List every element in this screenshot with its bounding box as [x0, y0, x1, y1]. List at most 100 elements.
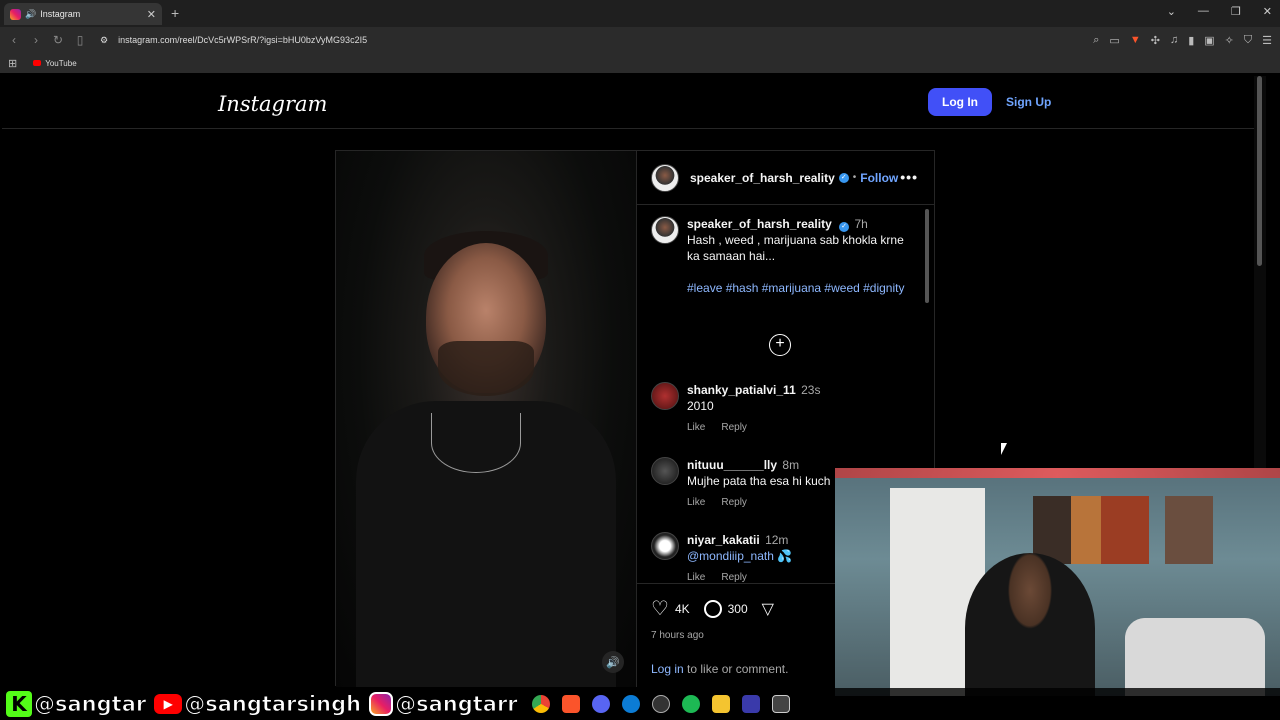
new-tab-icon[interactable]: +	[171, 5, 179, 21]
follow-button[interactable]: Follow	[860, 171, 898, 185]
verified-icon: ✓	[839, 222, 850, 232]
comment-item: shanky_patialvi_11 23s 2010 Like Reply	[651, 382, 820, 436]
brave-icon[interactable]	[561, 695, 580, 713]
comment-time: 12m	[765, 533, 789, 547]
close-window-icon[interactable]: ✕	[1263, 5, 1272, 18]
social-overlay-bar: K @sangtar ▶ @sangtarsingh @sangtarr	[0, 688, 1280, 720]
zoom-icon[interactable]: ⌕	[1093, 34, 1099, 47]
comment-like-button[interactable]: Like	[687, 495, 705, 511]
author-avatar[interactable]	[651, 216, 679, 244]
login-button[interactable]: Log In	[928, 88, 992, 116]
youtube-icon	[33, 60, 42, 66]
comment-text: 2010	[687, 399, 714, 413]
sidebar-icon[interactable]: ▮	[1188, 34, 1194, 47]
comment-item: nituuu______lly 8m Mujhe pata tha esa hi…	[651, 457, 830, 511]
speaker-icon[interactable]: 🔊	[25, 9, 36, 20]
caption-username[interactable]: speaker_of_harsh_reality	[687, 217, 832, 231]
brave-shields-icon[interactable]: ▼	[1130, 34, 1141, 47]
comments-scrollbar[interactable]	[925, 209, 929, 303]
app-icon[interactable]	[741, 695, 760, 713]
sound-icon[interactable]: 🔊	[602, 651, 624, 673]
extensions-icon[interactable]: ✣	[1151, 34, 1160, 47]
mouse-cursor-icon	[1001, 443, 1007, 455]
page-scrollbar-thumb[interactable]	[1257, 76, 1262, 266]
menu-icon[interactable]: ☰	[1262, 34, 1272, 47]
like-heart-icon[interactable]: ♡	[651, 596, 669, 621]
login-prompt-link[interactable]: Log in	[651, 662, 684, 676]
instagram-logo[interactable]: Instagram	[218, 92, 327, 116]
browser-tab[interactable]: 🔊 Instagram ✕	[4, 3, 162, 25]
wallet-icon[interactable]: ▣	[1204, 34, 1214, 47]
share-icon[interactable]: ▽	[762, 599, 774, 619]
site-info-icon[interactable]: ⚙	[100, 35, 108, 46]
caption-text: Hash , weed , marijuana sab khokla krne …	[687, 233, 904, 263]
video-person-chain	[431, 413, 521, 473]
comment-text: Mujhe pata tha esa hi kuch	[687, 474, 831, 488]
spotify-icon[interactable]	[681, 695, 700, 713]
like-count: 4K	[674, 601, 690, 616]
webcam-streamer	[965, 553, 1095, 696]
comment-like-button[interactable]: Like	[687, 570, 705, 583]
comment-emoji: 💦	[777, 549, 793, 563]
kick-icon: K	[6, 691, 32, 717]
comment-time: 8m	[782, 458, 800, 472]
caption-time: 7h	[854, 217, 868, 231]
chrome-icon[interactable]	[531, 695, 550, 713]
comment-reply-button[interactable]: Reply	[721, 420, 747, 436]
restore-icon[interactable]: ❐	[1231, 5, 1241, 18]
more-options-icon[interactable]: •••	[900, 169, 918, 185]
comment-reply-button[interactable]: Reply	[721, 495, 747, 511]
url-text[interactable]: instagram.com/reel/DcVc5rWPSrR/?igsi=bHU…	[118, 35, 367, 45]
commenter-avatar[interactable]	[651, 532, 679, 560]
forward-icon[interactable]: ›	[30, 33, 42, 47]
reload-icon[interactable]: ↻	[52, 33, 64, 47]
commenter-avatar[interactable]	[651, 382, 679, 410]
vpn-icon[interactable]: ⛉	[1244, 34, 1252, 47]
leo-icon[interactable]: ✧	[1225, 34, 1234, 47]
signup-link[interactable]: Sign Up	[1006, 95, 1051, 109]
comment-username[interactable]: shanky_patialvi_11	[687, 383, 796, 397]
comment-icon[interactable]	[703, 599, 722, 618]
obs-icon[interactable]	[651, 695, 670, 713]
edge-icon[interactable]	[621, 695, 640, 713]
separator-dot: •	[852, 172, 857, 183]
caption: speaker_of_harsh_reality ✓ 7h Hash , wee…	[651, 216, 909, 296]
youtube-icon: ▶	[154, 694, 183, 714]
back-icon[interactable]: ‹	[8, 33, 20, 47]
discord-icon[interactable]	[591, 695, 610, 713]
comment-username[interactable]: nituuu______lly	[687, 458, 777, 472]
caption-hashtags[interactable]: #leave #hash #marijuana #weed #dignity	[687, 280, 909, 296]
meta-icon[interactable]	[771, 695, 790, 713]
author-username[interactable]: speaker_of_harsh_reality	[690, 171, 835, 185]
comment-username[interactable]: niyar_kakatii	[687, 533, 760, 547]
webcam-overlay	[835, 468, 1280, 696]
login-prompt-text: to like or comment.	[683, 662, 789, 676]
add-comment-icon[interactable]: +	[769, 334, 791, 356]
webcam-poster	[1165, 496, 1213, 564]
login-prompt: Log in to like or comment.	[651, 662, 788, 676]
media-icon[interactable]: ♫	[1170, 34, 1178, 47]
comment-count: 300	[727, 601, 748, 616]
apps-grid-icon[interactable]: ⊞	[8, 57, 17, 70]
verified-icon: ✓	[838, 172, 849, 183]
bookmark-icon[interactable]: ▯	[74, 33, 86, 47]
comment-mention[interactable]: @mondiiip_nath	[687, 549, 774, 563]
minimize-icon[interactable]: —	[1198, 5, 1209, 18]
bookmark-youtube[interactable]: YouTube	[33, 59, 77, 68]
tab-search-icon[interactable]: ⌄	[1167, 5, 1176, 18]
file-explorer-icon[interactable]	[711, 695, 730, 713]
comment-reply-button[interactable]: Reply	[721, 570, 747, 583]
post-header: speaker_of_harsh_reality ✓ • Follow •••	[637, 151, 934, 205]
cast-icon[interactable]: ▭	[1109, 34, 1119, 47]
close-tab-icon[interactable]: ✕	[147, 8, 156, 21]
video-person-beard	[438, 341, 534, 396]
instagram-favicon-icon	[10, 8, 21, 20]
commenter-avatar[interactable]	[651, 457, 679, 485]
reel-video[interactable]: 🔊	[336, 151, 636, 687]
comment-like-button[interactable]: Like	[687, 420, 705, 436]
instagram-handle: @sangtarr	[369, 692, 518, 717]
author-avatar[interactable]	[651, 163, 679, 192]
comment-time: 23s	[801, 383, 821, 397]
tab-title: Instagram	[40, 9, 81, 19]
taskbar	[531, 695, 790, 713]
